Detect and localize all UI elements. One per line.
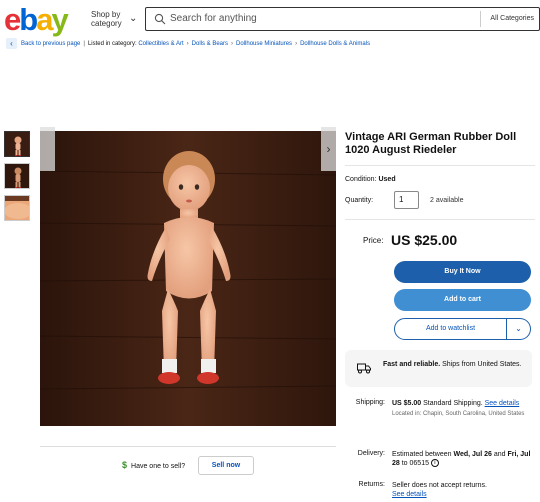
add-to-cart-button[interactable]: Add to cart	[394, 289, 531, 311]
logo-letter: y	[51, 2, 68, 37]
ebay-logo[interactable]: ebay	[4, 2, 69, 37]
condition: Condition: Used	[345, 176, 396, 183]
thumbnail-image[interactable]	[4, 195, 30, 221]
info-icon[interactable]: i	[430, 459, 439, 468]
listing-title: Vintage ARI German Rubber Doll 1020 Augu…	[345, 131, 517, 156]
dollar-icon: $	[122, 460, 128, 470]
returns-see-details-link[interactable]: See details	[392, 490, 535, 499]
shipping-label: Shipping:	[355, 399, 385, 406]
logo-letter: b	[19, 2, 38, 37]
category-select[interactable]: All Categories	[490, 15, 534, 22]
returns-label: Returns:	[358, 481, 385, 488]
logo-letter: e	[4, 2, 21, 37]
price-value: US $25.00	[391, 232, 458, 248]
divider	[40, 446, 336, 447]
search-icon	[154, 13, 166, 25]
shop-by-category-button[interactable]: Shop by category	[91, 10, 122, 28]
search-placeholder: Search for anything	[170, 13, 257, 24]
buy-it-now-button[interactable]: Buy It Now	[394, 261, 531, 283]
condition-value: Used	[378, 176, 396, 183]
back-arrow-icon[interactable]: ‹	[6, 38, 17, 49]
breadcrumb: ‹ Back to previous page | Listed in categor…	[6, 38, 370, 50]
delivery-label: Delivery:	[357, 450, 385, 457]
chevron-down-icon[interactable]: ⌄	[507, 318, 531, 340]
shipping-see-details-link[interactable]: See details	[485, 400, 520, 407]
fast-and-reliable-box: Fast and reliable. Ships from United Sta…	[345, 350, 532, 387]
back-to-previous-link[interactable]: Back to previous page	[21, 41, 80, 47]
divider	[480, 11, 481, 27]
header: ebay Shop by category ⌄ Search for anyth…	[0, 0, 540, 38]
quantity-label: Quantity:	[345, 197, 374, 204]
breadcrumb-item[interactable]: Collectibles & Art	[138, 41, 183, 47]
divider	[345, 165, 535, 166]
price-label: Price:	[363, 236, 384, 245]
previous-image-arrow[interactable]	[40, 127, 55, 171]
add-to-watchlist-button[interactable]: Add to watchlist	[394, 318, 507, 340]
chevron-down-icon[interactable]: ⌄	[129, 13, 137, 24]
sell-now-button[interactable]: Sell now	[198, 456, 254, 475]
quantity-input[interactable]: 1	[394, 191, 419, 209]
search-input[interactable]: Search for anything All Categories	[145, 7, 540, 31]
truck-icon	[357, 363, 371, 374]
next-image-arrow[interactable]: ›	[321, 127, 336, 171]
main-product-image[interactable]	[40, 131, 336, 426]
fast-text: Fast and reliable. Ships from United Sta…	[383, 361, 522, 368]
breadcrumb-item[interactable]: Dollhouse Dolls & Animals	[300, 41, 370, 47]
available-count: 2 available	[430, 197, 464, 204]
shipping-info: US $5.00 Standard Shipping. See details …	[392, 399, 535, 418]
listed-in-label: Listed in category:	[87, 41, 137, 48]
thumbnail-image[interactable]	[4, 131, 30, 157]
logo-letter: a	[36, 2, 53, 37]
delivery-info: Estimated between Wed, Jul 26 and Fri, J…	[392, 451, 531, 468]
breadcrumb-item[interactable]: Dolls & Bears	[192, 41, 228, 47]
thumbnail-image[interactable]	[4, 163, 30, 189]
have-one-to-sell: $ Have one to sell?	[122, 460, 186, 470]
item-location: Located in: Chapin, South Carolina, Unit…	[392, 411, 525, 417]
breadcrumb-item[interactable]: Dollhouse Miniatures	[236, 41, 292, 47]
returns-info: Seller does not accept returns. See deta…	[392, 481, 535, 499]
divider	[345, 219, 535, 220]
